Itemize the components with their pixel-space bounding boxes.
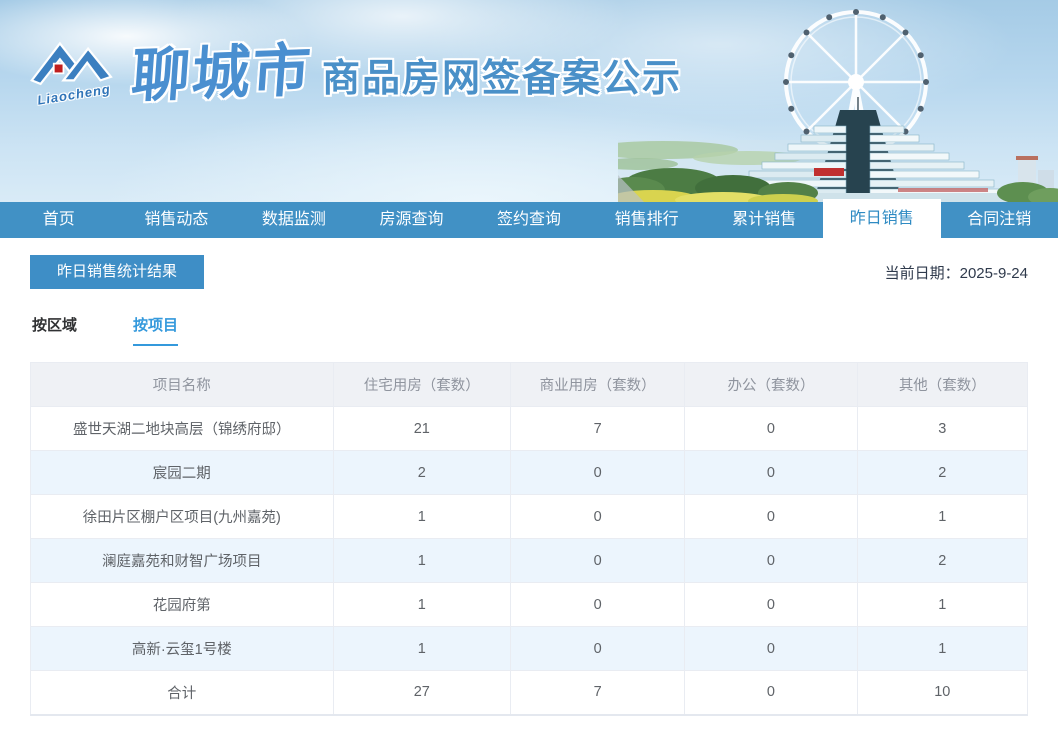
- cell-commercial: 0: [510, 627, 684, 671]
- nav-item-signing-search[interactable]: 签约查询: [470, 202, 588, 238]
- nav-item-yesterday-sales[interactable]: 昨日销售: [823, 199, 941, 238]
- col-header-project-name: 项目名称: [31, 363, 334, 407]
- page: Liaocheng 聊城市 商品房网签备案公示 首页 销售动态 数据监测 房源查…: [0, 0, 1058, 732]
- cell-other: 3: [857, 407, 1027, 451]
- cell-office: 0: [685, 451, 857, 495]
- cell-commercial: 0: [510, 539, 684, 583]
- cell-office: 0: [685, 407, 857, 451]
- nav-item-sales-ranking[interactable]: 销售排行: [588, 202, 706, 238]
- cell-commercial: 0: [510, 583, 684, 627]
- site-title: 商品房网签备案公示: [322, 60, 682, 102]
- current-date-value: 2025-9-24: [960, 265, 1028, 282]
- table-header-row: 项目名称 住宅用房（套数） 商业用房（套数） 办公（套数） 其他（套数）: [31, 363, 1028, 407]
- cell-total-commercial: 7: [510, 671, 684, 715]
- cell-project-name: 花园府第: [31, 583, 334, 627]
- table-row: 高新·云玺1号楼 1 0 0 1: [31, 627, 1028, 671]
- cell-residential: 21: [333, 407, 510, 451]
- main-content: 昨日销售统计结果 当前日期：2025-9-24 按区域 按项目 项目名称 住宅用…: [0, 255, 1058, 716]
- cell-commercial: 0: [510, 451, 684, 495]
- site-logo: Liaocheng: [30, 34, 118, 102]
- nav-item-contract-cancellation[interactable]: 合同注销: [941, 202, 1058, 238]
- cell-project-name: 宸园二期: [31, 451, 334, 495]
- cell-total-label: 合计: [31, 671, 334, 715]
- tab-by-region[interactable]: 按区域: [32, 314, 77, 346]
- cell-total-office: 0: [685, 671, 857, 715]
- col-header-office-units: 办公（套数）: [685, 363, 857, 407]
- cell-residential: 1: [333, 627, 510, 671]
- cell-office: 0: [685, 583, 857, 627]
- cell-office: 0: [685, 495, 857, 539]
- table-row: 澜庭嘉苑和财智广场项目 1 0 0 2: [31, 539, 1028, 583]
- cell-other: 2: [857, 539, 1027, 583]
- cell-office: 0: [685, 539, 857, 583]
- cell-commercial: 7: [510, 407, 684, 451]
- nav-item-sales-dynamics[interactable]: 销售动态: [118, 202, 236, 238]
- banner-scene-illustration: [618, 0, 1058, 202]
- cell-other: 2: [857, 451, 1027, 495]
- nav-item-data-monitoring[interactable]: 数据监测: [235, 202, 353, 238]
- nav-item-home[interactable]: 首页: [0, 202, 118, 238]
- sales-stats-table: 项目名称 住宅用房（套数） 商业用房（套数） 办公（套数） 其他（套数） 盛世天…: [30, 362, 1028, 716]
- table-row: 徐田片区棚户区项目(九州嘉苑) 1 0 0 1: [31, 495, 1028, 539]
- brand: Liaocheng 聊城市 商品房网签备案公示: [30, 34, 682, 102]
- cell-office: 0: [685, 627, 857, 671]
- cell-residential: 1: [333, 583, 510, 627]
- tab-by-project[interactable]: 按项目: [133, 314, 178, 346]
- yesterday-sales-stats-button[interactable]: 昨日销售统计结果: [30, 255, 204, 289]
- view-tabs: 按区域 按项目: [30, 314, 1028, 346]
- col-header-other-units: 其他（套数）: [857, 363, 1027, 407]
- site-banner: Liaocheng 聊城市 商品房网签备案公示: [0, 0, 1058, 202]
- col-header-residential-units: 住宅用房（套数）: [333, 363, 510, 407]
- cell-residential: 1: [333, 539, 510, 583]
- toolbar-row: 昨日销售统计结果 当前日期：2025-9-24: [30, 255, 1028, 289]
- current-date: 当前日期：2025-9-24: [885, 262, 1028, 283]
- col-header-commercial-units: 商业用房（套数）: [510, 363, 684, 407]
- cell-residential: 1: [333, 495, 510, 539]
- cell-project-name: 盛世天湖二地块高层（锦绣府邸）: [31, 407, 334, 451]
- nav-item-cumulative-sales[interactable]: 累计销售: [705, 202, 823, 238]
- mountain-m-logo-icon: [30, 34, 118, 88]
- cell-project-name: 高新·云玺1号楼: [31, 627, 334, 671]
- nav-item-housing-search[interactable]: 房源查询: [353, 202, 471, 238]
- cell-total-residential: 27: [333, 671, 510, 715]
- cell-project-name: 澜庭嘉苑和财智广场项目: [31, 539, 334, 583]
- cell-other: 1: [857, 495, 1027, 539]
- cell-commercial: 0: [510, 495, 684, 539]
- cell-residential: 2: [333, 451, 510, 495]
- cell-total-other: 10: [857, 671, 1027, 715]
- table-row: 宸园二期 2 0 0 2: [31, 451, 1028, 495]
- cell-project-name: 徐田片区棚户区项目(九州嘉苑): [31, 495, 334, 539]
- main-nav: 首页 销售动态 数据监测 房源查询 签约查询 销售排行 累计销售 昨日销售 合同…: [0, 202, 1058, 238]
- table-totals-row: 合计 27 7 0 10: [31, 671, 1028, 715]
- city-name-calligraphy: 聊城市: [130, 41, 315, 105]
- cell-other: 1: [857, 627, 1027, 671]
- current-date-label: 当前日期：: [885, 265, 960, 282]
- table-row: 花园府第 1 0 0 1: [31, 583, 1028, 627]
- table-row: 盛世天湖二地块高层（锦绣府邸） 21 7 0 3: [31, 407, 1028, 451]
- cell-other: 1: [857, 583, 1027, 627]
